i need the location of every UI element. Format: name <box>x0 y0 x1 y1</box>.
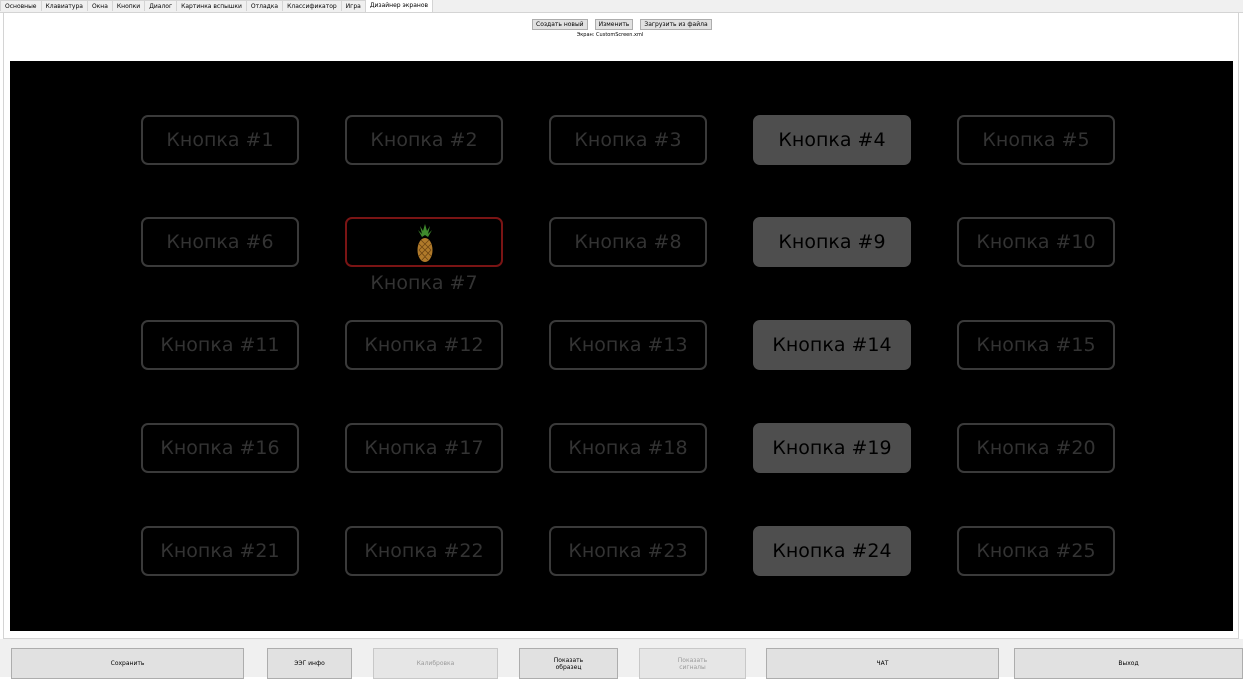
tab-dialog[interactable]: Диалог <box>144 0 178 11</box>
pineapple-icon <box>417 224 433 262</box>
screen-button-13[interactable]: Кнопка #13 <box>549 320 707 370</box>
screen-button-19[interactable]: Кнопка #19 <box>753 423 911 473</box>
tab-keyboard[interactable]: Клавиатура <box>40 0 88 11</box>
tab-list: Основные Клавиатура Окна Кнопки Диалог К… <box>0 0 434 12</box>
tab-screen-designer[interactable]: Дизайнер экранов <box>364 0 434 12</box>
screen-button-11[interactable]: Кнопка #11 <box>141 320 299 370</box>
save-button[interactable]: Сохранить <box>11 648 244 679</box>
screen-button-24[interactable]: Кнопка #24 <box>753 526 911 576</box>
screen-button-23[interactable]: Кнопка #23 <box>549 526 707 576</box>
tab-flash-picture[interactable]: Картинка вспышки <box>176 0 247 11</box>
calibration-button[interactable]: Калибровка <box>373 648 498 679</box>
screen-button-14[interactable]: Кнопка #14 <box>753 320 911 370</box>
show-sample-button[interactable]: Показать образец <box>519 648 618 679</box>
tab-classifier[interactable]: Классификатор <box>282 0 342 11</box>
screen-button-7[interactable]: Кнопка #7 <box>345 217 503 294</box>
screen-button-4[interactable]: Кнопка #4 <box>753 115 911 165</box>
tab-windows[interactable]: Окна <box>86 0 113 11</box>
screen-button-9[interactable]: Кнопка #9 <box>753 217 911 267</box>
chat-button[interactable]: ЧАТ <box>766 648 999 679</box>
screen-button-10[interactable]: Кнопка #10 <box>957 217 1115 267</box>
screen-button-2[interactable]: Кнопка #2 <box>345 115 503 165</box>
eeg-info-button[interactable]: ЭЭГ инфо <box>267 648 352 679</box>
screen-button-7-label: Кнопка #7 <box>370 272 478 294</box>
load-from-file-button[interactable]: Загрузить из файла <box>640 19 712 30</box>
create-new-button[interactable]: Создать новый <box>532 19 588 30</box>
screen-button-12[interactable]: Кнопка #12 <box>345 320 503 370</box>
tab-main[interactable]: Основные <box>0 0 42 11</box>
screen-button-8[interactable]: Кнопка #8 <box>549 217 707 267</box>
screen-button-20[interactable]: Кнопка #20 <box>957 423 1115 473</box>
screen-button-22[interactable]: Кнопка #22 <box>345 526 503 576</box>
screen-button-16[interactable]: Кнопка #16 <box>141 423 299 473</box>
screen-button-1[interactable]: Кнопка #1 <box>141 115 299 165</box>
screen-button-17[interactable]: Кнопка #17 <box>345 423 503 473</box>
show-signals-button[interactable]: Показать сигналы <box>639 648 746 679</box>
screen-button-6[interactable]: Кнопка #6 <box>141 217 299 267</box>
designer-canvas[interactable]: Кнопка #1 Кнопка #2 Кнопка #3 Кнопка #4 … <box>10 61 1233 631</box>
exit-button[interactable]: Выход <box>1014 648 1243 679</box>
screen-button-18[interactable]: Кнопка #18 <box>549 423 707 473</box>
screen-button-15[interactable]: Кнопка #15 <box>957 320 1115 370</box>
tab-buttons[interactable]: Кнопки <box>111 0 146 11</box>
screen-button-25[interactable]: Кнопка #25 <box>957 526 1115 576</box>
designer-toolbar: Создать новый Изменить Загрузить из файл… <box>532 19 712 30</box>
tab-game[interactable]: Игра <box>340 0 366 11</box>
edit-button[interactable]: Изменить <box>594 19 634 30</box>
tab-debug[interactable]: Отладка <box>245 0 284 11</box>
bottom-command-bar: Сохранить ЭЭГ инфо Калибровка Показать о… <box>0 639 1243 679</box>
screen-button-3[interactable]: Кнопка #3 <box>549 115 707 165</box>
screen-button-5[interactable]: Кнопка #5 <box>957 115 1115 165</box>
screen-file-caption: Экран: CustomScreen.xml <box>576 32 644 38</box>
screen-button-21[interactable]: Кнопка #21 <box>141 526 299 576</box>
